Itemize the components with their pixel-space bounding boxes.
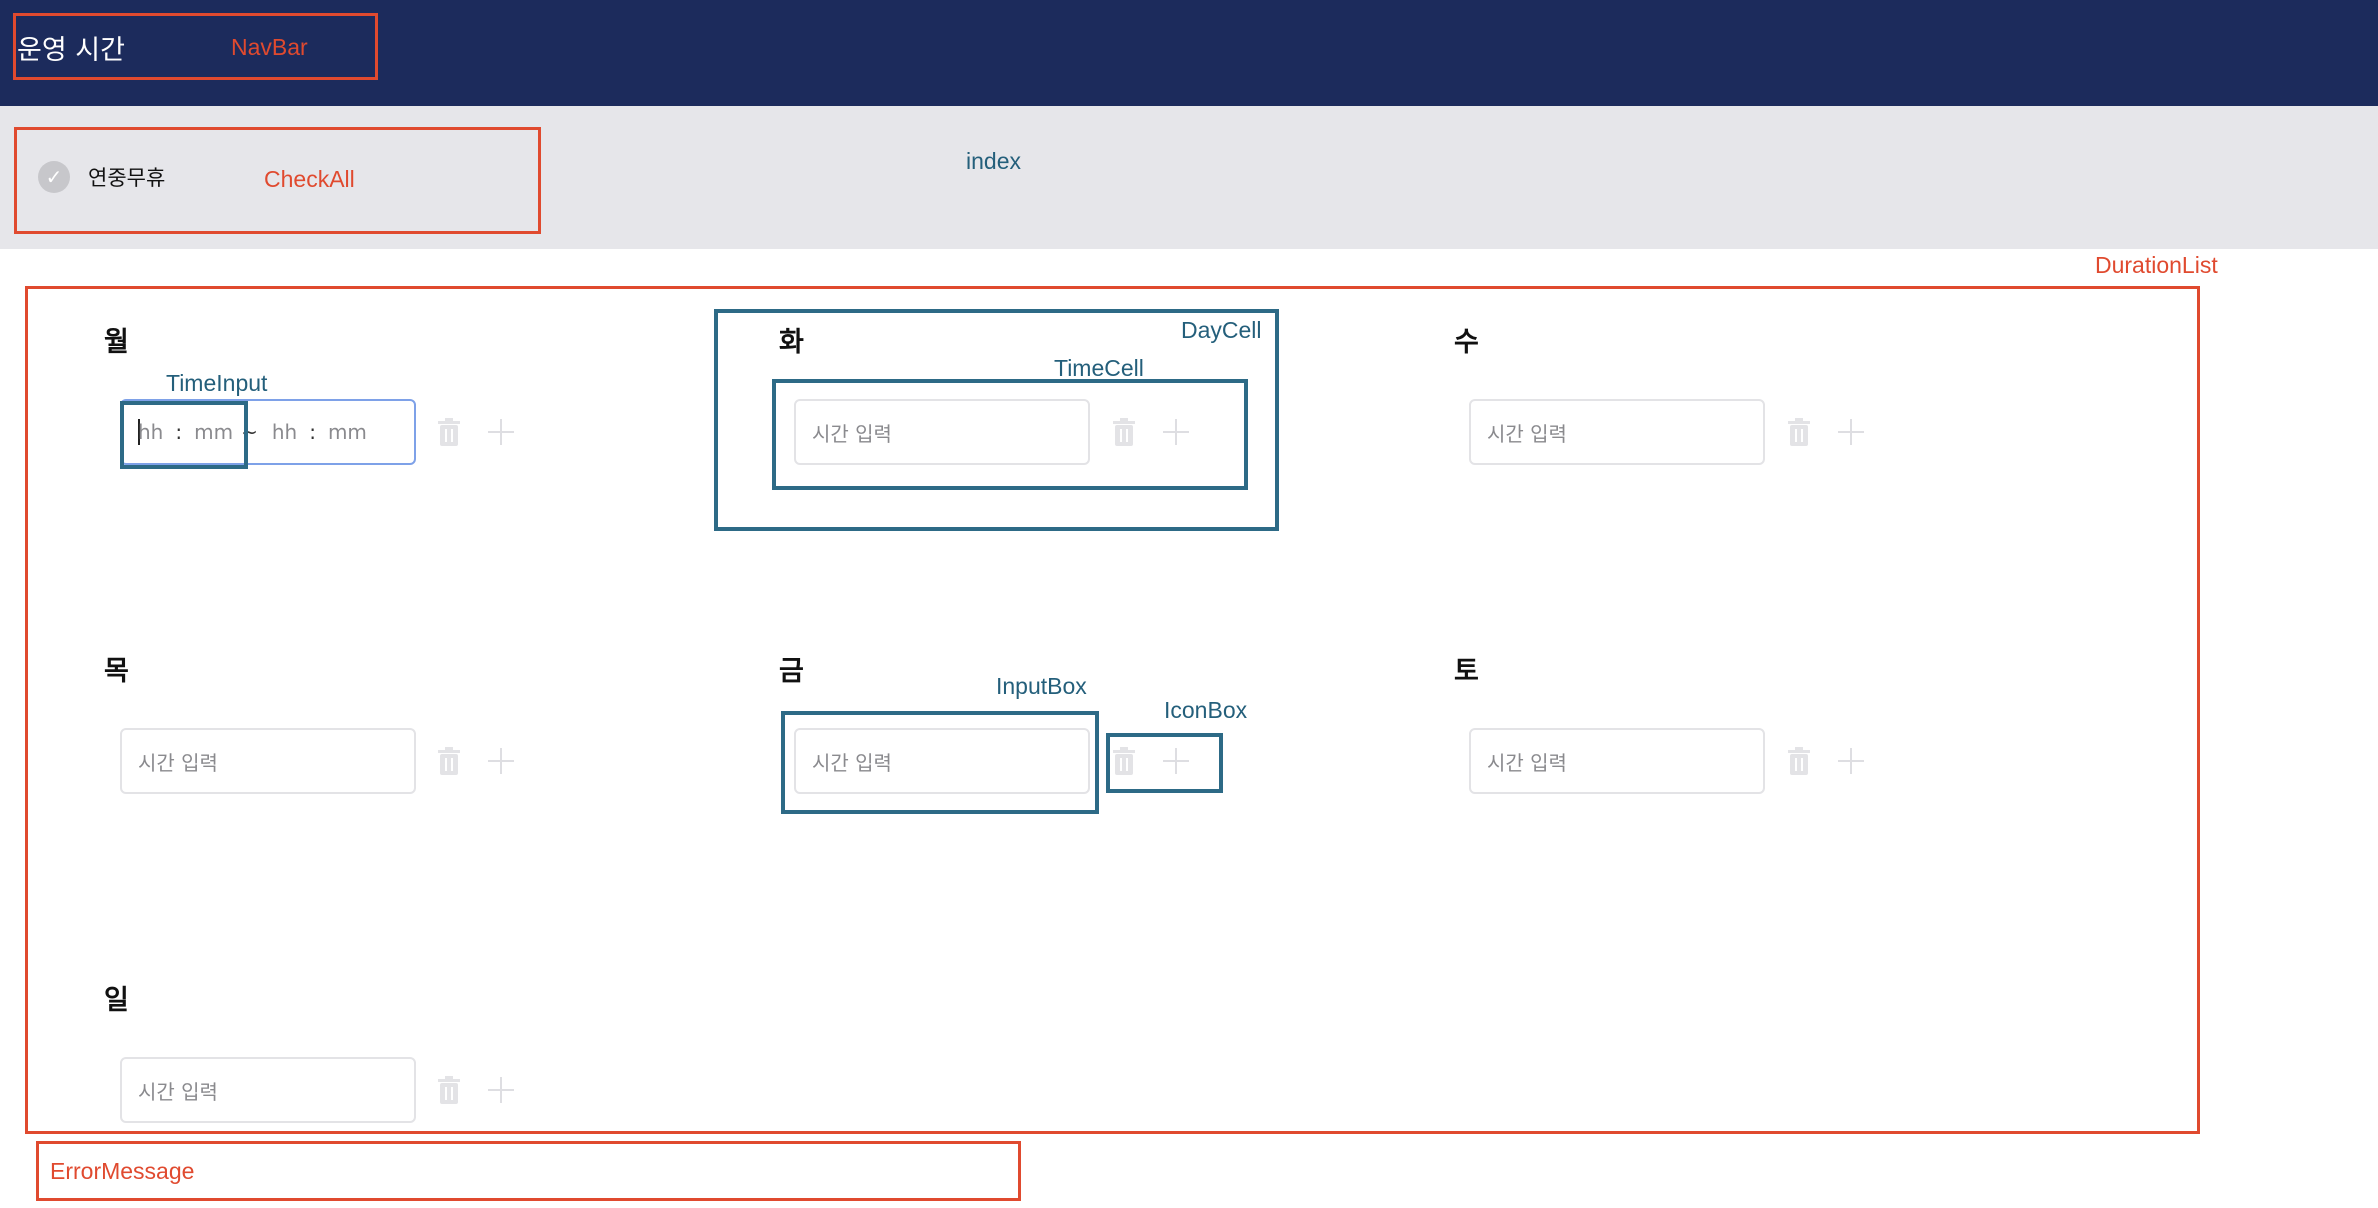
index-annotation-label: index	[966, 148, 1021, 174]
check-all-annotation-label: CheckAll	[264, 166, 355, 192]
time-cell-annotation-label: TimeCell	[1054, 355, 1144, 381]
input-box-annotation-box	[781, 711, 1099, 814]
day-cell-annotation-label: DayCell	[1181, 317, 1262, 343]
navbar-annotation-box	[13, 13, 378, 80]
navbar-annotation-label: NavBar	[231, 34, 308, 60]
input-box-annotation-label: InputBox	[996, 673, 1087, 699]
duration-list-annotation-label: DurationList	[2095, 252, 2218, 278]
time-input-annotation-label: TimeInput	[166, 370, 268, 396]
error-message-annotation-label: ErrorMessage	[50, 1158, 195, 1184]
icon-box-annotation-box	[1106, 733, 1223, 793]
time-input-annotation-box	[120, 401, 248, 469]
time-cell-annotation-box	[772, 379, 1248, 490]
icon-box-annotation-label: IconBox	[1164, 697, 1248, 723]
